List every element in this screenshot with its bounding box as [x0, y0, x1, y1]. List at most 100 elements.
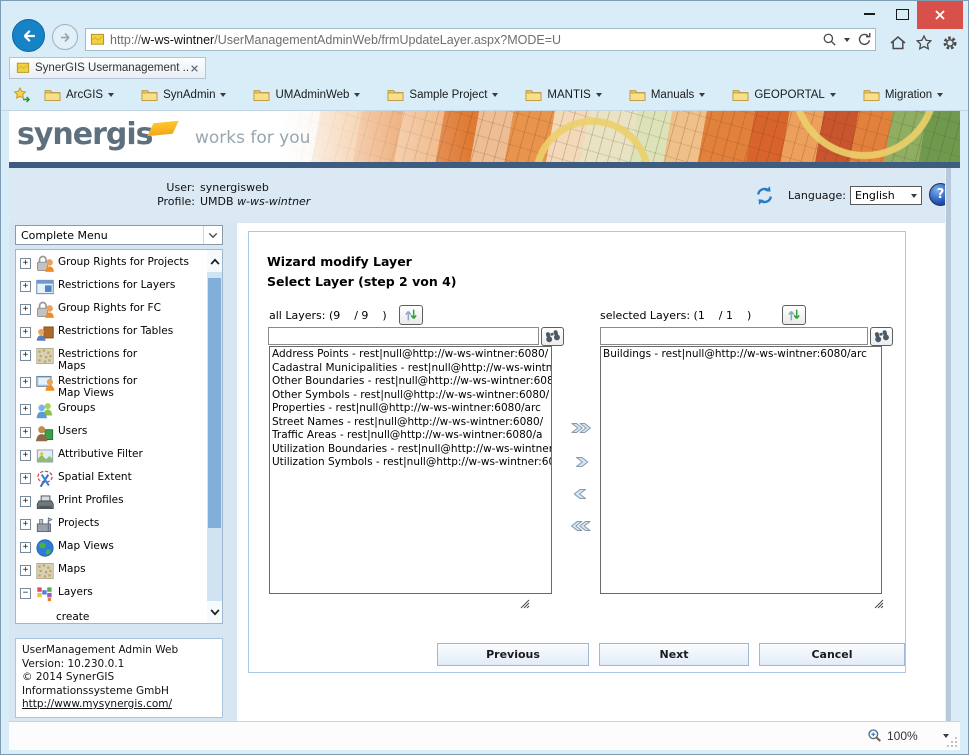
layer-option[interactable]: Properties - rest|null@http://w-ws-wintn… [272, 402, 549, 416]
menu-item-users[interactable]: +Users [18, 422, 205, 445]
menu-item-attributive-filter[interactable]: + Attributive Filter [18, 445, 205, 468]
window-resize-grip[interactable] [946, 736, 958, 748]
expand-expand-icon[interactable]: + [20, 327, 31, 338]
company-link[interactable]: http://www.mysynergis.com/ [22, 698, 172, 710]
expand-expand-icon[interactable]: + [20, 427, 31, 438]
tab-close-button[interactable] [190, 64, 199, 73]
maximize-button[interactable] [887, 1, 917, 27]
menu-item-label: Attributive Filter [58, 445, 143, 461]
favorites-item-umadminweb[interactable]: UMAdminWeb [253, 88, 360, 101]
next-button[interactable]: Next [599, 643, 749, 666]
favorites-item-label: ArcGIS [66, 89, 103, 101]
layer-option[interactable]: Address Points - rest|null@http://w-ws-w… [272, 348, 549, 362]
page-scrollbar[interactable] [945, 168, 960, 722]
add-favorite-button[interactable] [13, 87, 32, 103]
layer-option[interactable]: Other Boundaries - rest|null@http://w-ws… [272, 375, 549, 389]
person-box-icon [34, 322, 56, 344]
favorites-item-synadmin[interactable]: SynAdmin [141, 88, 226, 101]
favorites-item-arcgis[interactable]: ArcGIS [44, 88, 114, 101]
menu-item-projects[interactable]: +Projects [18, 514, 205, 537]
favorites-item-geoportal[interactable]: GEOPORTAL [732, 88, 836, 101]
expand-expand-icon[interactable]: + [20, 519, 31, 530]
scrollbar-thumb[interactable] [208, 278, 221, 528]
expand-expand-icon[interactable]: + [20, 304, 31, 315]
move-left-button[interactable] [567, 482, 595, 506]
favorites-item-mantis[interactable]: MANTIS [525, 88, 601, 101]
menu-item-spatial-extent[interactable]: +Spatial Extent [18, 468, 205, 491]
search-options-button[interactable] [840, 29, 853, 50]
menu-item-restrictions-for-maps[interactable]: +Restrictions for Maps [18, 345, 205, 372]
move-all-left-button[interactable] [567, 514, 595, 538]
all-layers-search-input[interactable] [268, 327, 539, 345]
layer-option[interactable]: Other Symbols - rest|null@http://w-ws-wi… [272, 389, 549, 403]
select-dropdown-button[interactable] [203, 226, 222, 244]
language-select[interactable]: English [850, 186, 922, 205]
layer-option[interactable]: Street Names - rest|null@http://w-ws-win… [272, 416, 549, 430]
sort-arrows-icon [402, 307, 420, 323]
layer-option[interactable]: Utilization Boundaries - rest|null@http:… [272, 443, 549, 457]
close-button[interactable] [917, 1, 963, 29]
selected-layers-sort-button[interactable] [782, 305, 806, 325]
all-layers-listbox[interactable]: Address Points - rest|null@http://w-ws-w… [269, 346, 552, 594]
menu-filter-select[interactable]: Complete Menu [15, 225, 223, 245]
menu-item-restrictions-for-layers[interactable]: +Restrictions for Layers [18, 276, 205, 299]
menu-item-groups[interactable]: +Groups [18, 399, 205, 422]
selected-layer-option[interactable]: Buildings - rest|null@http://w-ws-wintne… [603, 348, 879, 362]
expand-expand-icon[interactable]: + [20, 377, 31, 388]
expand-collapse-icon[interactable]: − [20, 588, 31, 599]
forward-button[interactable] [52, 24, 78, 50]
favorites-item-migration[interactable]: Migration [863, 88, 943, 101]
all-layers-sort-button[interactable] [399, 305, 423, 325]
scroll-down-button[interactable] [207, 601, 222, 623]
expand-expand-icon[interactable]: + [20, 350, 31, 361]
layer-option[interactable]: Utilization Symbols - rest|null@http://w… [272, 456, 549, 470]
selected-layers-search-input[interactable] [600, 327, 868, 345]
map-texture-icon [34, 345, 56, 367]
title-bar [1, 1, 968, 29]
favorites-item-manuals[interactable]: Manuals [629, 88, 705, 101]
chevron-down-icon [492, 93, 498, 97]
scroll-up-button[interactable] [207, 250, 222, 272]
expand-expand-icon[interactable]: + [20, 496, 31, 507]
expand-expand-icon[interactable]: + [20, 281, 31, 292]
layer-option[interactable]: Traffic Areas - rest|null@http://w-ws-wi… [272, 429, 549, 443]
home-button[interactable] [887, 32, 909, 53]
menu-item-restrictions-for-tables[interactable]: +Restrictions for Tables [18, 322, 205, 345]
zoom-level[interactable]: 100% [887, 729, 918, 743]
all-layers-find-button[interactable] [541, 327, 564, 346]
search-button[interactable] [818, 29, 840, 50]
menu-item-group-rights-for-projects[interactable]: +Group Rights for Projects [18, 253, 205, 276]
settings-button[interactable] [939, 32, 961, 53]
menu-item-restrictions-for-map-views[interactable]: +Restrictions for Map Views [18, 372, 205, 399]
selected-layers-find-button[interactable] [870, 327, 893, 346]
tab-synergis-usermanagement[interactable]: SynerGIS Usermanagement ... [9, 57, 206, 79]
address-bar[interactable]: http://w-ws-wintner/UserManagementAdminW… [85, 28, 876, 51]
back-button[interactable] [12, 19, 45, 52]
expand-expand-icon[interactable]: + [20, 473, 31, 484]
menu-item-print-profiles[interactable]: +Print Profiles [18, 491, 205, 514]
expand-expand-icon[interactable]: + [20, 258, 31, 269]
menu-subitem-create[interactable]: create [56, 606, 205, 624]
cancel-button[interactable]: Cancel [759, 643, 905, 666]
selected-layers-listbox[interactable]: Buildings - rest|null@http://w-ws-wintne… [600, 346, 882, 594]
menu-item-maps[interactable]: +Maps [18, 560, 205, 583]
menu-item-group-rights-for-fc[interactable]: +Group Rights for FC [18, 299, 205, 322]
expand-expand-icon[interactable]: + [20, 542, 31, 553]
layer-option[interactable]: Cadastral Municipalities - rest|null@htt… [272, 362, 549, 376]
previous-button[interactable]: Previous [437, 643, 589, 666]
expand-expand-icon[interactable]: + [20, 450, 31, 461]
expand-expand-icon[interactable]: + [20, 404, 31, 415]
resize-grip-icon[interactable] [874, 599, 884, 609]
sidebar-scrollbar[interactable] [207, 250, 222, 623]
menu-item-layers[interactable]: −Layers [18, 583, 205, 606]
resize-grip-icon[interactable] [520, 599, 530, 609]
minimize-button[interactable] [853, 1, 885, 27]
menu-item-map-views[interactable]: +Map Views [18, 537, 205, 560]
refresh-button[interactable] [853, 29, 875, 50]
move-all-right-button[interactable] [567, 416, 595, 440]
reload-profile-button[interactable] [754, 185, 775, 210]
favorites-button[interactable] [913, 32, 935, 53]
move-right-button[interactable] [567, 450, 595, 474]
favorites-item-sample-project[interactable]: Sample Project [387, 88, 498, 101]
expand-expand-icon[interactable]: + [20, 565, 31, 576]
